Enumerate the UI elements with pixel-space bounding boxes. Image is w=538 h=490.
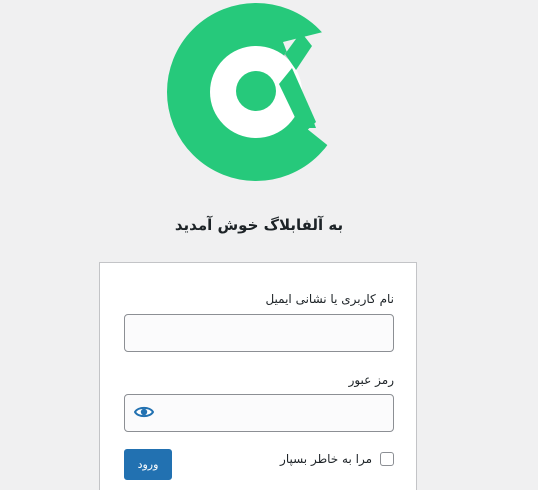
- login-form: نام کاربری یا نشانی ایمیل رمز عبور مرا ب…: [99, 262, 417, 490]
- username-input[interactable]: [124, 314, 394, 352]
- login-button[interactable]: ورود: [124, 449, 172, 480]
- password-label: رمز عبور: [348, 373, 394, 387]
- remember-me[interactable]: مرا به خاطر بسپار: [280, 452, 394, 466]
- login-page: به آلفابلاگ خوش آمدید نام کاربری یا نشان…: [0, 0, 538, 490]
- welcome-heading: به آلفابلاگ خوش آمدید: [174, 216, 344, 234]
- alfablog-logo[interactable]: [166, 2, 346, 182]
- username-label: نام کاربری یا نشانی ایمیل: [265, 292, 394, 306]
- eye-icon[interactable]: [134, 405, 154, 419]
- password-input[interactable]: [124, 394, 394, 432]
- remember-checkbox[interactable]: [380, 452, 394, 466]
- remember-label: مرا به خاطر بسپار: [280, 452, 372, 466]
